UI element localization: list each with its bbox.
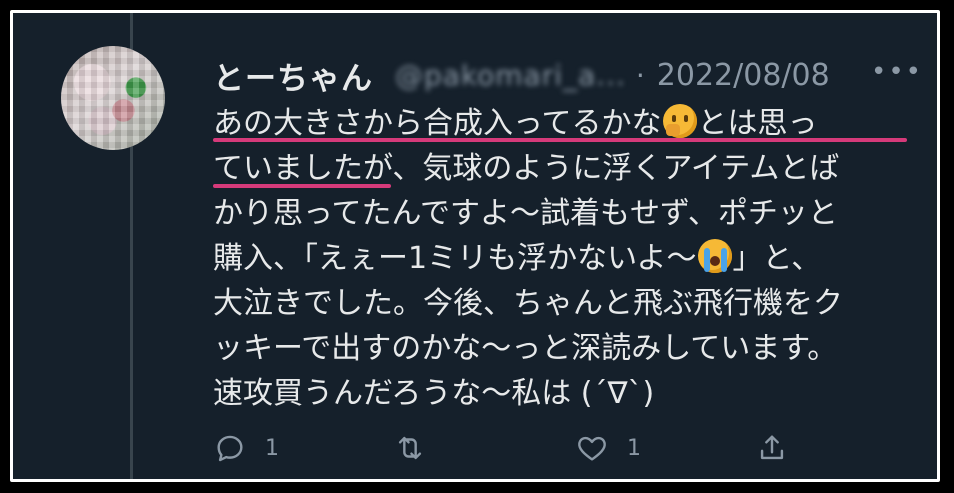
tweet-text-segment: 速攻買うんだろうな〜私は (´∇`) [213, 376, 655, 411]
tweet-actions: 1 1 [213, 431, 813, 471]
reply-count: 1 [265, 435, 279, 461]
tweet-text-segment: 大泣きでした。今後、ちゃんと飛ぶ飛行機をク [213, 286, 843, 321]
tweet-text: あの大きさから合成入ってるかな とは思っ ていましたが、気球のように浮くアイテムと… [213, 101, 933, 416]
highlight-underline [213, 138, 907, 142]
tweet-text-segment: かり思ってたんですよ〜試着もせず、ポチッと [213, 196, 838, 231]
tweet-text-segment: 購入、「えぇー1ミリも浮かないよ〜 [213, 241, 697, 276]
more-options-icon[interactable]: ••• [871, 57, 923, 87]
loudly-crying-face-icon [697, 239, 732, 273]
tweet-text-line: 購入、「えぇー1ミリも浮かないよ〜 」と、 [213, 236, 933, 281]
avatar[interactable] [61, 46, 165, 150]
retweet-button[interactable] [393, 431, 445, 465]
share-button[interactable] [755, 431, 789, 465]
tweet-header: とーちゃん @pakomari_a... · 2022/08/08 ••• [213, 53, 923, 98]
tweet-text-segment: 」と、 [732, 241, 822, 276]
like-count: 1 [627, 435, 641, 461]
screenshot-frame: とーちゃん @pakomari_a... · 2022/08/08 ••• あの… [10, 10, 940, 482]
user-handle[interactable]: @pakomari_a... [395, 59, 626, 92]
display-name[interactable]: とーちゃん [213, 53, 373, 98]
heart-icon [578, 436, 606, 461]
tweet-text-line: かり思ってたんですよ〜試着もせず、ポチッと [213, 191, 933, 236]
tweet-text-line: 速攻買うんだろうな〜私は (´∇`) [213, 371, 933, 416]
highlight-underline [213, 184, 391, 188]
separator-dot: · [635, 58, 645, 92]
tweet-text-segment: ッキーで出すのかな〜っと深読みしています。 [213, 331, 838, 366]
tweet-text-segment: ていましたが、気球のように浮くアイテムとば [213, 151, 840, 186]
tweet-date[interactable]: 2022/08/08 [657, 58, 830, 93]
tweet-text-line: 大泣きでした。今後、ちゃんと飛ぶ飛行機をク [213, 281, 933, 326]
reply-icon [217, 435, 243, 462]
retweet-icon [398, 436, 422, 460]
tweet-text-segment: あの大きさから合成入ってるかな [213, 106, 662, 141]
tweet-text-segment: とは思っ [697, 106, 818, 141]
thinking-face-icon [662, 104, 697, 138]
reply-button[interactable]: 1 [213, 431, 279, 465]
tweet-text-line: ッキーで出すのかな〜っと深読みしています。 [213, 326, 933, 371]
share-icon [760, 435, 784, 460]
like-button[interactable]: 1 [575, 431, 641, 465]
